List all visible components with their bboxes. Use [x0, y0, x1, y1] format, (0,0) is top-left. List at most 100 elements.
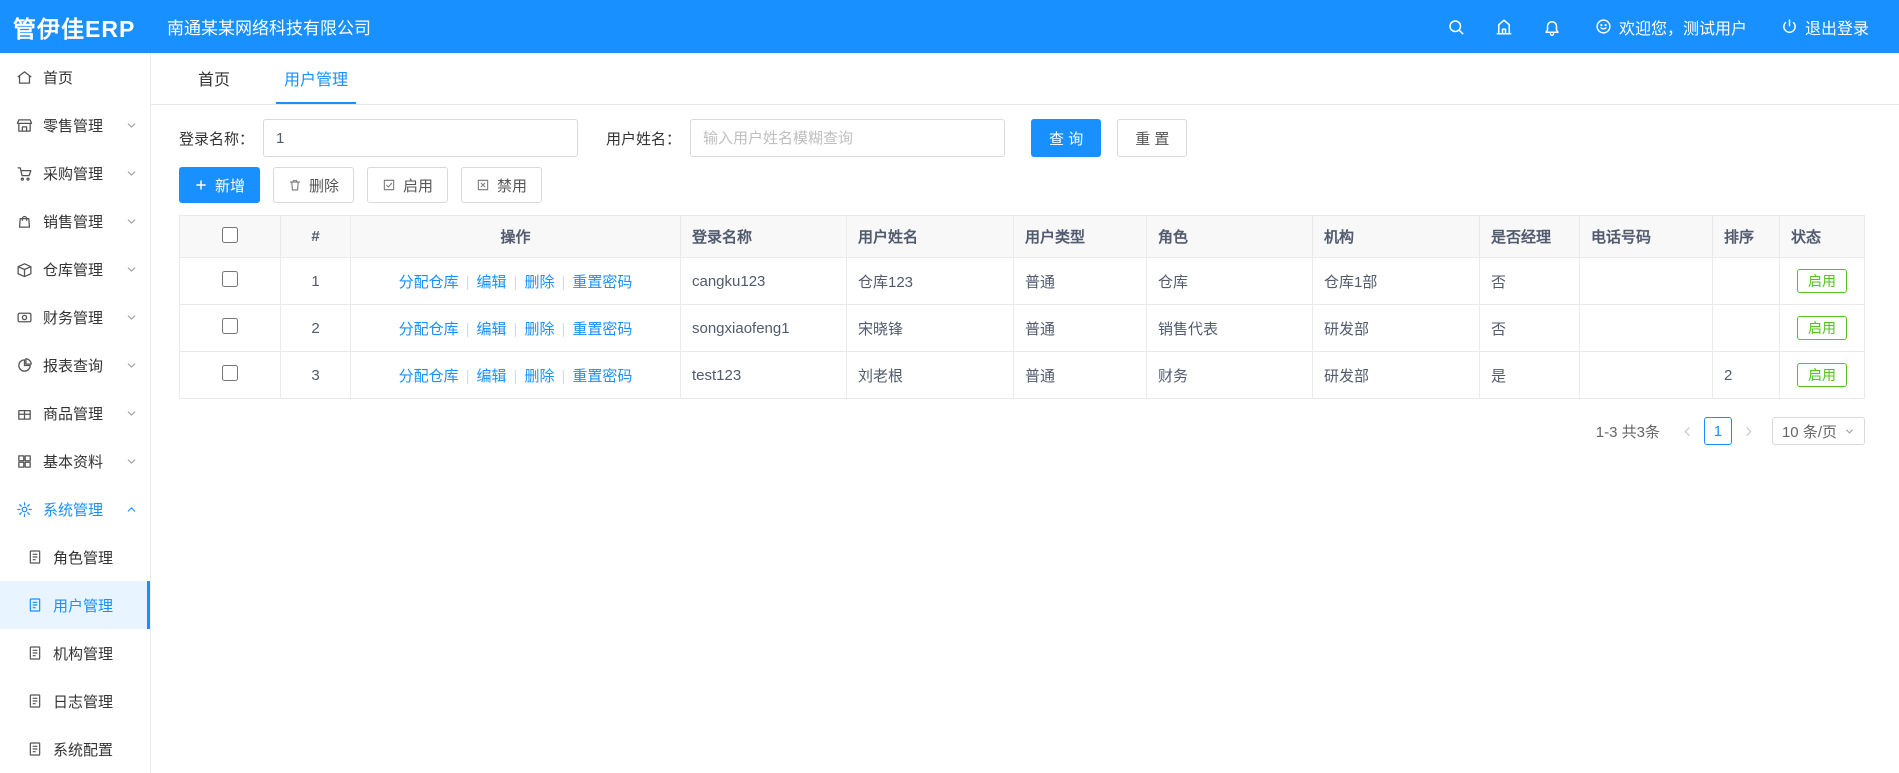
chevron-down-icon — [125, 311, 138, 324]
sidebar-item-purchase[interactable]: 采购管理 — [0, 149, 150, 197]
login-name-input[interactable] — [263, 119, 579, 157]
cell-actions: 分配仓库 | 编辑 | 删除 | 重置密码 — [350, 304, 681, 352]
toolbar: 新增 删除 启用 禁用 — [179, 167, 1865, 203]
sidebar-item-system-config[interactable]: 系统配置 — [0, 725, 150, 773]
sidebar-item-label: 零售管理 — [43, 117, 104, 135]
sidebar-item-label: 基本资料 — [43, 453, 104, 471]
sidebar-item-label: 系统配置 — [53, 741, 114, 759]
sidebar-item-basic-data[interactable]: 基本资料 — [0, 437, 150, 485]
welcome-user[interactable]: 欢迎您，测试用户 — [1595, 15, 1747, 39]
sidebar-item-retail[interactable]: 零售管理 — [0, 101, 150, 149]
status-badge[interactable]: 启用 — [1797, 363, 1847, 387]
bell-icon[interactable] — [1543, 18, 1561, 36]
cell-role: 仓库 — [1146, 257, 1313, 305]
edit-link[interactable]: 编辑 — [477, 368, 507, 385]
query-button[interactable]: 查 询 — [1031, 119, 1102, 157]
assign-warehouse-link[interactable]: 分配仓库 — [399, 274, 459, 291]
cell-phone — [1579, 257, 1713, 305]
chevron-down-icon — [125, 359, 138, 372]
gear-icon — [16, 501, 33, 518]
col-phone: 电话号码 — [1579, 215, 1713, 258]
assign-warehouse-link[interactable]: 分配仓库 — [399, 368, 459, 385]
delete-link[interactable]: 删除 — [524, 368, 554, 385]
disable-button[interactable]: 禁用 — [461, 167, 543, 203]
document-icon — [27, 741, 43, 757]
users-table: # 操作 登录名称 用户姓名 用户类型 角色 机构 是否经理 电话号码 排序 状… — [179, 215, 1865, 399]
sidebar-item-label: 采购管理 — [43, 165, 104, 183]
row-checkbox[interactable] — [222, 318, 238, 334]
col-role: 角色 — [1146, 215, 1313, 258]
sidebar-item-label: 首页 — [43, 69, 74, 87]
sidebar-item-label: 仓库管理 — [43, 261, 104, 279]
sidebar-item-label: 用户管理 — [53, 597, 114, 615]
reset-button[interactable]: 重 置 — [1117, 119, 1188, 157]
reset-password-link[interactable]: 重置密码 — [572, 274, 632, 291]
sidebar-item-home[interactable]: 首页 — [0, 53, 150, 101]
cell-phone — [1579, 351, 1713, 399]
sidebar-item-label: 日志管理 — [53, 693, 114, 711]
col-index: # — [280, 215, 351, 258]
sidebar-item-sales[interactable]: 销售管理 — [0, 197, 150, 245]
edit-link[interactable]: 编辑 — [477, 321, 507, 338]
reset-password-link[interactable]: 重置密码 — [572, 368, 632, 385]
link-separator: | — [513, 320, 518, 338]
gift-icon — [16, 405, 33, 422]
chevron-down-icon — [125, 455, 138, 468]
page-number-button[interactable]: 1 — [1703, 417, 1732, 445]
smiley-icon — [1595, 18, 1612, 35]
delete-button[interactable]: 删除 — [273, 167, 355, 203]
select-all-checkbox[interactable] — [222, 226, 238, 243]
row-checkbox[interactable] — [222, 365, 238, 381]
col-org: 机构 — [1312, 215, 1480, 258]
cell-org: 仓库1部 — [1312, 257, 1480, 305]
tab-user-management[interactable]: 用户管理 — [276, 53, 357, 104]
col-login: 登录名称 — [680, 215, 847, 258]
prev-page-icon[interactable] — [1674, 418, 1701, 445]
user-name-input[interactable] — [690, 119, 1006, 157]
sidebar-item-reports[interactable]: 报表查询 — [0, 341, 150, 389]
sidebar-item-finance[interactable]: 财务管理 — [0, 293, 150, 341]
enable-button[interactable]: 启用 — [367, 167, 449, 203]
login-name-label: 登录名称： — [179, 130, 255, 148]
reset-password-link[interactable]: 重置密码 — [572, 321, 632, 338]
cart-icon — [16, 165, 33, 182]
welcome-text: 欢迎您，测试用户 — [1618, 20, 1747, 38]
sidebar-item-org-management[interactable]: 机构管理 — [0, 629, 150, 677]
sidebar-item-log-management[interactable]: 日志管理 — [0, 677, 150, 725]
tab-bar: 首页 用户管理 — [151, 53, 1899, 105]
sidebar: 首页 零售管理 采购管理 销售管理 仓库管理 财务管理 报表查询 商品管理 基本… — [0, 53, 151, 773]
cell-manager: 是 — [1479, 351, 1580, 399]
cell-sort — [1712, 257, 1780, 305]
sidebar-item-warehouse[interactable]: 仓库管理 — [0, 245, 150, 293]
assign-warehouse-link[interactable]: 分配仓库 — [399, 321, 459, 338]
sidebar-item-user-management[interactable]: 用户管理 — [0, 581, 150, 629]
home-icon[interactable] — [1495, 18, 1513, 36]
document-icon — [27, 693, 43, 709]
col-manager: 是否经理 — [1479, 215, 1580, 258]
sidebar-item-goods[interactable]: 商品管理 — [0, 389, 150, 437]
tab-home[interactable]: 首页 — [190, 53, 238, 104]
sidebar-item-system[interactable]: 系统管理 — [0, 485, 150, 533]
status-badge[interactable]: 启用 — [1797, 269, 1847, 293]
document-icon — [27, 597, 43, 613]
link-separator: | — [561, 367, 566, 385]
next-page-icon[interactable] — [1735, 418, 1762, 445]
app-logo: 管伊佳ERP — [13, 15, 136, 42]
chevron-down-icon — [125, 407, 138, 420]
sidebar-item-label: 角色管理 — [53, 549, 114, 567]
row-checkbox[interactable] — [222, 271, 238, 287]
cell-login: cangku123 — [680, 257, 847, 305]
add-button[interactable]: 新增 — [179, 167, 261, 203]
delete-link[interactable]: 删除 — [524, 321, 554, 338]
delete-link[interactable]: 删除 — [524, 274, 554, 291]
sidebar-item-role-management[interactable]: 角色管理 — [0, 533, 150, 581]
link-separator: | — [465, 273, 470, 291]
link-separator: | — [561, 320, 566, 338]
search-icon[interactable] — [1447, 18, 1465, 36]
sidebar-item-label: 报表查询 — [43, 357, 104, 375]
edit-link[interactable]: 编辑 — [477, 274, 507, 291]
col-type: 用户类型 — [1013, 215, 1147, 258]
status-badge[interactable]: 启用 — [1797, 316, 1847, 340]
logout-button[interactable]: 退出登录 — [1781, 15, 1869, 39]
page-size-select[interactable]: 10 条/页 — [1771, 417, 1865, 445]
